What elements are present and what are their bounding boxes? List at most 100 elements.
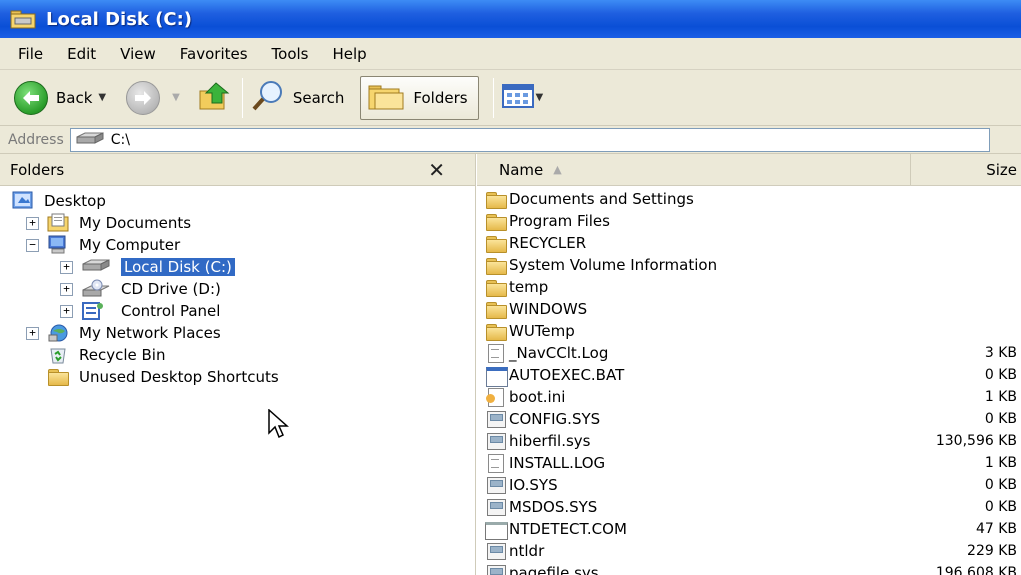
file-row[interactable]: WUTemp [477,320,1021,342]
file-name: pagefile.sys [509,564,599,575]
file-row[interactable]: System Volume Information [477,254,1021,276]
tree-item-unused-shortcuts[interactable]: Unused Desktop Shortcuts [0,366,475,388]
tree-item-network-places[interactable]: + My Network Places [0,322,475,344]
file-name-cell: MSDOS.SYS [477,498,911,516]
file-name: _NavCClt.Log [509,344,609,362]
file-size: 0 KB [984,367,1017,383]
tree-item-local-disk[interactable]: + Local Disk (C:) [0,256,475,278]
tree-item-recycle-bin[interactable]: Recycle Bin [0,344,475,366]
file-name: CONFIG.SYS [509,410,601,428]
address-bar: Address C:\ [0,126,1021,154]
file-row[interactable]: NTDETECT.COM 47 KB [477,518,1021,540]
tree-item-control-panel[interactable]: + Control Panel [0,300,475,322]
file-size: 0 KB [984,477,1017,493]
file-row[interactable]: pagefile.sys 196,608 KB [477,562,1021,575]
window-title: Local Disk (C:) [46,8,193,30]
file-row[interactable]: WINDOWS [477,298,1021,320]
forward-arrow-icon [126,80,161,115]
file-row[interactable]: MSDOS.SYS 0 KB [477,496,1021,518]
file-list: Documents and Settings Program Files RECYC… [477,186,1021,575]
toolbar-separator [492,77,494,118]
file-size: 47 KB [975,521,1017,537]
file-row[interactable]: temp [477,276,1021,298]
menu-edit[interactable]: Edit [55,45,108,63]
forward-dropdown-icon[interactable]: ▼ [172,92,180,103]
file-row[interactable]: IO.SYS 0 KB [477,474,1021,496]
menu-bar: File Edit View Favorites Tools Help [0,38,1021,70]
tree-item-label: My Documents [79,214,192,232]
address-input[interactable]: C:\ [69,127,990,152]
file-name-cell: System Volume Information [477,256,911,275]
search-button[interactable]: Search [251,76,344,120]
folder-icon [485,256,507,275]
file-row[interactable]: Program Files [477,210,1021,232]
folder-icon [485,278,507,297]
list-header: Name ▲ Size [477,154,1021,186]
file-row[interactable]: hiberfil.sys 130,596 KB [477,430,1021,452]
text-file-icon [485,344,507,363]
system-file-icon [485,564,507,575]
folder-icon [485,322,507,341]
back-dropdown-icon[interactable]: ▼ [98,92,106,103]
file-name-cell: INSTALL.LOG [477,454,911,473]
views-button[interactable]: ▼ [501,76,544,120]
expand-icon[interactable]: + [60,282,73,296]
expand-icon[interactable]: + [26,326,39,340]
up-folder-button[interactable] [198,76,234,120]
menu-tools[interactable]: Tools [260,45,321,63]
menu-file[interactable]: File [6,45,55,63]
back-button[interactable]: Back ▼ [14,76,106,120]
menu-favorites[interactable]: Favorites [168,45,260,63]
file-row[interactable]: INSTALL.LOG 1 KB [477,452,1021,474]
file-name: Documents and Settings [509,190,694,208]
file-name: temp [509,278,549,296]
menu-help[interactable]: Help [321,45,379,63]
file-row[interactable]: Documents and Settings [477,188,1021,210]
tree-item-my-documents[interactable]: + My Documents [0,212,475,234]
file-name-cell: hiberfil.sys [477,432,911,450]
file-row[interactable]: boot.ini 1 KB [477,386,1021,408]
file-size: 0 KB [984,411,1017,427]
file-row[interactable]: AUTOEXEC.BAT 0 KB [477,364,1021,387]
file-size: 196,608 KB [935,565,1017,575]
expand-icon[interactable]: + [26,216,39,230]
system-file-icon [485,410,507,428]
menu-view[interactable]: View [108,45,168,63]
network-places-icon [47,323,71,343]
column-header-size[interactable]: Size [911,161,1021,179]
control-panel-icon [81,301,113,321]
tree-item-label: Control Panel [121,302,221,320]
tree-item-desktop[interactable]: Desktop [0,190,475,212]
file-name: WINDOWS [509,300,588,318]
views-dropdown-icon[interactable]: ▼ [536,92,544,103]
tree-item-my-computer[interactable]: − My Computer [0,234,475,256]
file-name: hiberfil.sys [509,432,591,450]
collapse-icon[interactable]: − [26,238,39,252]
folders-icon [367,80,407,116]
file-size: 3 KB [984,345,1017,361]
file-row[interactable]: ntldr 229 KB [477,540,1021,562]
system-file-icon [485,432,507,450]
expand-icon[interactable]: + [60,304,73,318]
file-name: Program Files [509,212,610,230]
file-row[interactable]: RECYCLER [477,232,1021,254]
views-icon [501,83,534,113]
file-row[interactable]: CONFIG.SYS 0 KB [477,408,1021,430]
close-icon[interactable]: ✕ [428,158,445,182]
file-size: 1 KB [984,455,1017,471]
up-folder-icon [198,79,234,117]
column-header-name[interactable]: Name ▲ [477,154,911,185]
tree-item-cd-drive[interactable]: + CD Drive (D:) [0,278,475,300]
title-bar[interactable]: Local Disk (C:) [0,0,1021,38]
file-name-cell: CONFIG.SYS [477,410,911,428]
expand-icon[interactable]: + [60,260,73,274]
column-name-label: Name [499,160,544,179]
file-name-cell: _NavCClt.Log [477,344,911,363]
folders-button[interactable]: Folders [360,75,479,120]
tree-item-label: CD Drive (D:) [121,280,221,298]
file-name-cell: AUTOEXEC.BAT [477,366,911,387]
file-row[interactable]: _NavCClt.Log 3 KB [477,342,1021,364]
file-name-cell: NTDETECT.COM [477,520,911,540]
forward-button[interactable]: ▼ [126,76,180,120]
system-file-icon [485,542,507,560]
